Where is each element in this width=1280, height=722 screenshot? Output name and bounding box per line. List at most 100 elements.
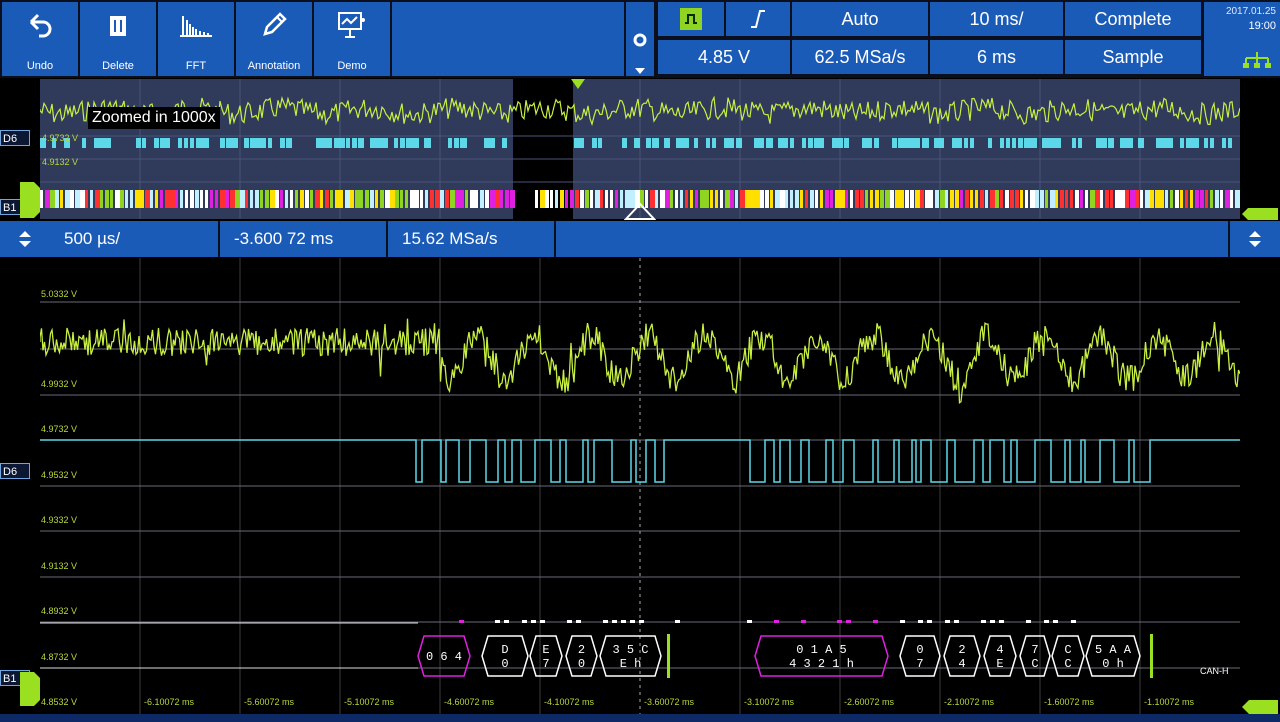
overview-bus-segment	[860, 190, 864, 208]
overview-bus-segment	[1015, 190, 1019, 208]
overview-digital-pulse	[898, 138, 904, 148]
overview-bus-segment	[955, 190, 959, 208]
overview-digital-pulse	[370, 138, 377, 148]
overview-bus-segment	[210, 190, 213, 208]
overview-ylabel: 4.9132 V	[42, 157, 79, 167]
bus-marker-icon[interactable]	[20, 182, 40, 218]
trigger-mode-button[interactable]: Auto	[792, 2, 928, 36]
trigger-level-marker-icon[interactable]	[1242, 700, 1278, 714]
decode-value: E	[996, 657, 1003, 671]
x-axis-label: -4.60072 ms	[444, 697, 495, 707]
overview-bus-segment	[360, 190, 363, 208]
zoom-factor-label: Zoomed in 1000x	[88, 107, 220, 129]
zoom-bar-spacer	[556, 221, 1228, 257]
acquisition-button[interactable]: Complete	[1065, 2, 1201, 36]
undo-button[interactable]: Undo	[2, 2, 78, 76]
zoom-position-field[interactable]: -3.600 72 ms	[220, 221, 386, 257]
zoom-scroll-button[interactable]	[0, 221, 50, 257]
overview-digital-pulse	[832, 138, 839, 148]
overview-bus-segment	[455, 190, 460, 208]
overview-digital-pulse	[412, 138, 419, 148]
overview-digital-pulse	[484, 138, 490, 148]
overview-bus-segment	[250, 190, 253, 208]
overview-bus-segment	[355, 190, 360, 208]
overview-bus-segment	[320, 190, 323, 208]
decode-value: 3 5 C	[612, 643, 648, 657]
delete-button[interactable]: Delete	[80, 2, 156, 76]
decode-value: 7	[1031, 643, 1038, 657]
zoom-sample-rate-field[interactable]: 15.62 MSa/s	[388, 221, 554, 257]
overview-digital-pulse	[424, 138, 431, 148]
acq-mode-button[interactable]: Sample	[1065, 40, 1201, 74]
overview-digital-pulse	[736, 138, 742, 148]
decode-value: 4	[996, 643, 1003, 657]
overview-digital-pulse	[892, 138, 897, 148]
timebase-button[interactable]: 10 ms/	[930, 2, 1063, 36]
trigger-level-marker-icon[interactable]	[1242, 208, 1278, 220]
overview-bus-segment	[190, 190, 194, 208]
overview-bus-segment	[230, 190, 235, 208]
overview-bus-segment	[600, 190, 603, 208]
overview-bus-segment	[225, 190, 229, 208]
trigger-marker-icon[interactable]	[571, 79, 585, 89]
overview-digital-pulse	[904, 138, 911, 148]
bus-marker-icon[interactable]	[20, 672, 40, 706]
overview-bus-segment	[910, 190, 914, 208]
overview-bus-segment	[620, 190, 623, 208]
overview-bus-segment	[105, 190, 109, 208]
overview-digital-pulse	[286, 138, 292, 148]
overview-digital-pulse	[154, 138, 159, 148]
overview-digital-pulse	[1024, 138, 1031, 148]
overview-bus-segment	[405, 190, 408, 208]
overview-digital-pulse	[910, 138, 917, 148]
sample-rate-button[interactable]: 62.5 MSa/s	[792, 40, 928, 74]
overview-digital-pulse	[1030, 138, 1037, 148]
decode-tick	[999, 620, 1004, 623]
demo-button[interactable]: Demo	[314, 2, 390, 76]
overview-digital-pulse	[754, 138, 760, 148]
overview-bus-segment	[1070, 190, 1073, 208]
overview-bus-segment	[145, 190, 150, 208]
overview-digital-pulse	[988, 138, 992, 148]
overview-digital-pulse	[1138, 138, 1144, 148]
overview-bus-segment	[45, 190, 50, 208]
overview-bus-segment	[670, 190, 673, 208]
overview-digital-pulse	[184, 138, 188, 148]
overview-bus-segment	[185, 190, 188, 208]
overview-digital-pulse	[868, 138, 872, 148]
overview-bus-segment	[900, 190, 904, 208]
record-length-button[interactable]: 6 ms	[930, 40, 1063, 74]
overview-bus-segment	[1095, 190, 1100, 208]
overview-bus-segment	[935, 190, 939, 208]
decode-tick	[981, 620, 986, 623]
overview-digital-pulse	[592, 138, 597, 148]
overview-bus-segment	[140, 190, 144, 208]
overview-bus-segment	[445, 190, 449, 208]
overview-digital-pulse	[1018, 138, 1023, 148]
overview-digital-pulse	[460, 138, 467, 148]
overview-channel-d6[interactable]: D6	[0, 130, 30, 146]
annotation-button[interactable]: Annotation	[236, 2, 312, 76]
overview-digital-pulse	[1222, 138, 1226, 148]
decode-value: 5 A A	[1095, 643, 1132, 657]
overview-digital-pulse	[1162, 138, 1169, 148]
overview-bus-segment	[100, 190, 103, 208]
overview-bus-segment	[270, 190, 275, 208]
zoom-handle-icon[interactable]	[624, 202, 656, 220]
fft-button[interactable]: FFT	[158, 2, 234, 76]
overview-bus-segment	[195, 190, 199, 208]
overview-bus-segment	[475, 190, 478, 208]
y-axis-label: 4.9532 V	[41, 470, 78, 480]
overview-digital-pulse	[790, 138, 794, 148]
channel-d6-label[interactable]: D6	[0, 463, 30, 479]
decode-value: 7	[542, 657, 549, 671]
overview-bus-segment	[260, 190, 263, 208]
zoom-scroll-button-right[interactable]	[1230, 221, 1280, 257]
trigger-level-button[interactable]: 4.85 V	[658, 40, 790, 74]
settings-button[interactable]	[626, 2, 654, 76]
zoom-timebase-field[interactable]: 500 µs/	[50, 221, 218, 257]
overview-bus-segment	[535, 190, 538, 208]
trigger-source-button[interactable]	[658, 2, 724, 36]
trigger-edge-button[interactable]	[726, 2, 790, 36]
overview-bus-segment	[240, 190, 245, 208]
